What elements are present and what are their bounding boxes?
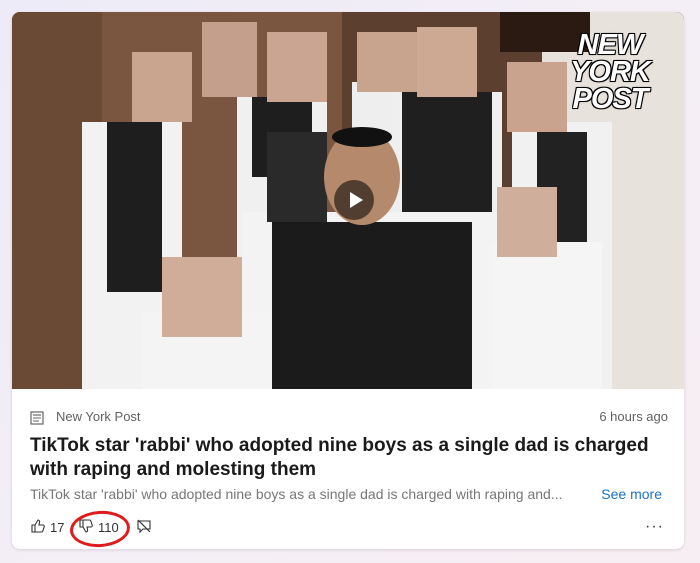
thumbs-down-icon	[78, 518, 94, 537]
logo-line: POST	[572, 83, 649, 115]
see-more-link[interactable]: See more	[601, 486, 662, 502]
reaction-bar: 17 110 ···	[30, 518, 670, 538]
more-options-button[interactable]: ···	[645, 518, 664, 536]
like-count: 17	[50, 520, 65, 535]
thumbs-up-icon	[30, 518, 46, 537]
timestamp: 6 hours ago	[599, 409, 668, 424]
source-name[interactable]: New York Post	[56, 409, 141, 424]
play-icon[interactable]	[334, 180, 374, 220]
logo-line: NEW	[577, 29, 644, 61]
newspaper-icon	[30, 411, 44, 428]
new-york-post-logo: NEW YORK POST	[560, 29, 660, 115]
hide-icon	[136, 518, 152, 537]
logo-line: YORK	[570, 56, 651, 88]
like-button[interactable]: 17	[30, 518, 64, 537]
news-card[interactable]: NEW YORK POST New York Post 6 hours ago …	[12, 12, 684, 549]
dislike-button[interactable]: 110	[78, 518, 119, 537]
hide-story-button[interactable]	[136, 518, 152, 537]
dislike-count: 110	[98, 520, 119, 535]
article-summary: TikTok star 'rabbi' who adopted nine boy…	[30, 486, 563, 502]
video-thumbnail[interactable]: NEW YORK POST	[12, 12, 684, 389]
source-row: New York Post 6 hours ago	[30, 409, 668, 427]
article-headline[interactable]: TikTok star 'rabbi' who adopted nine boy…	[30, 434, 650, 482]
